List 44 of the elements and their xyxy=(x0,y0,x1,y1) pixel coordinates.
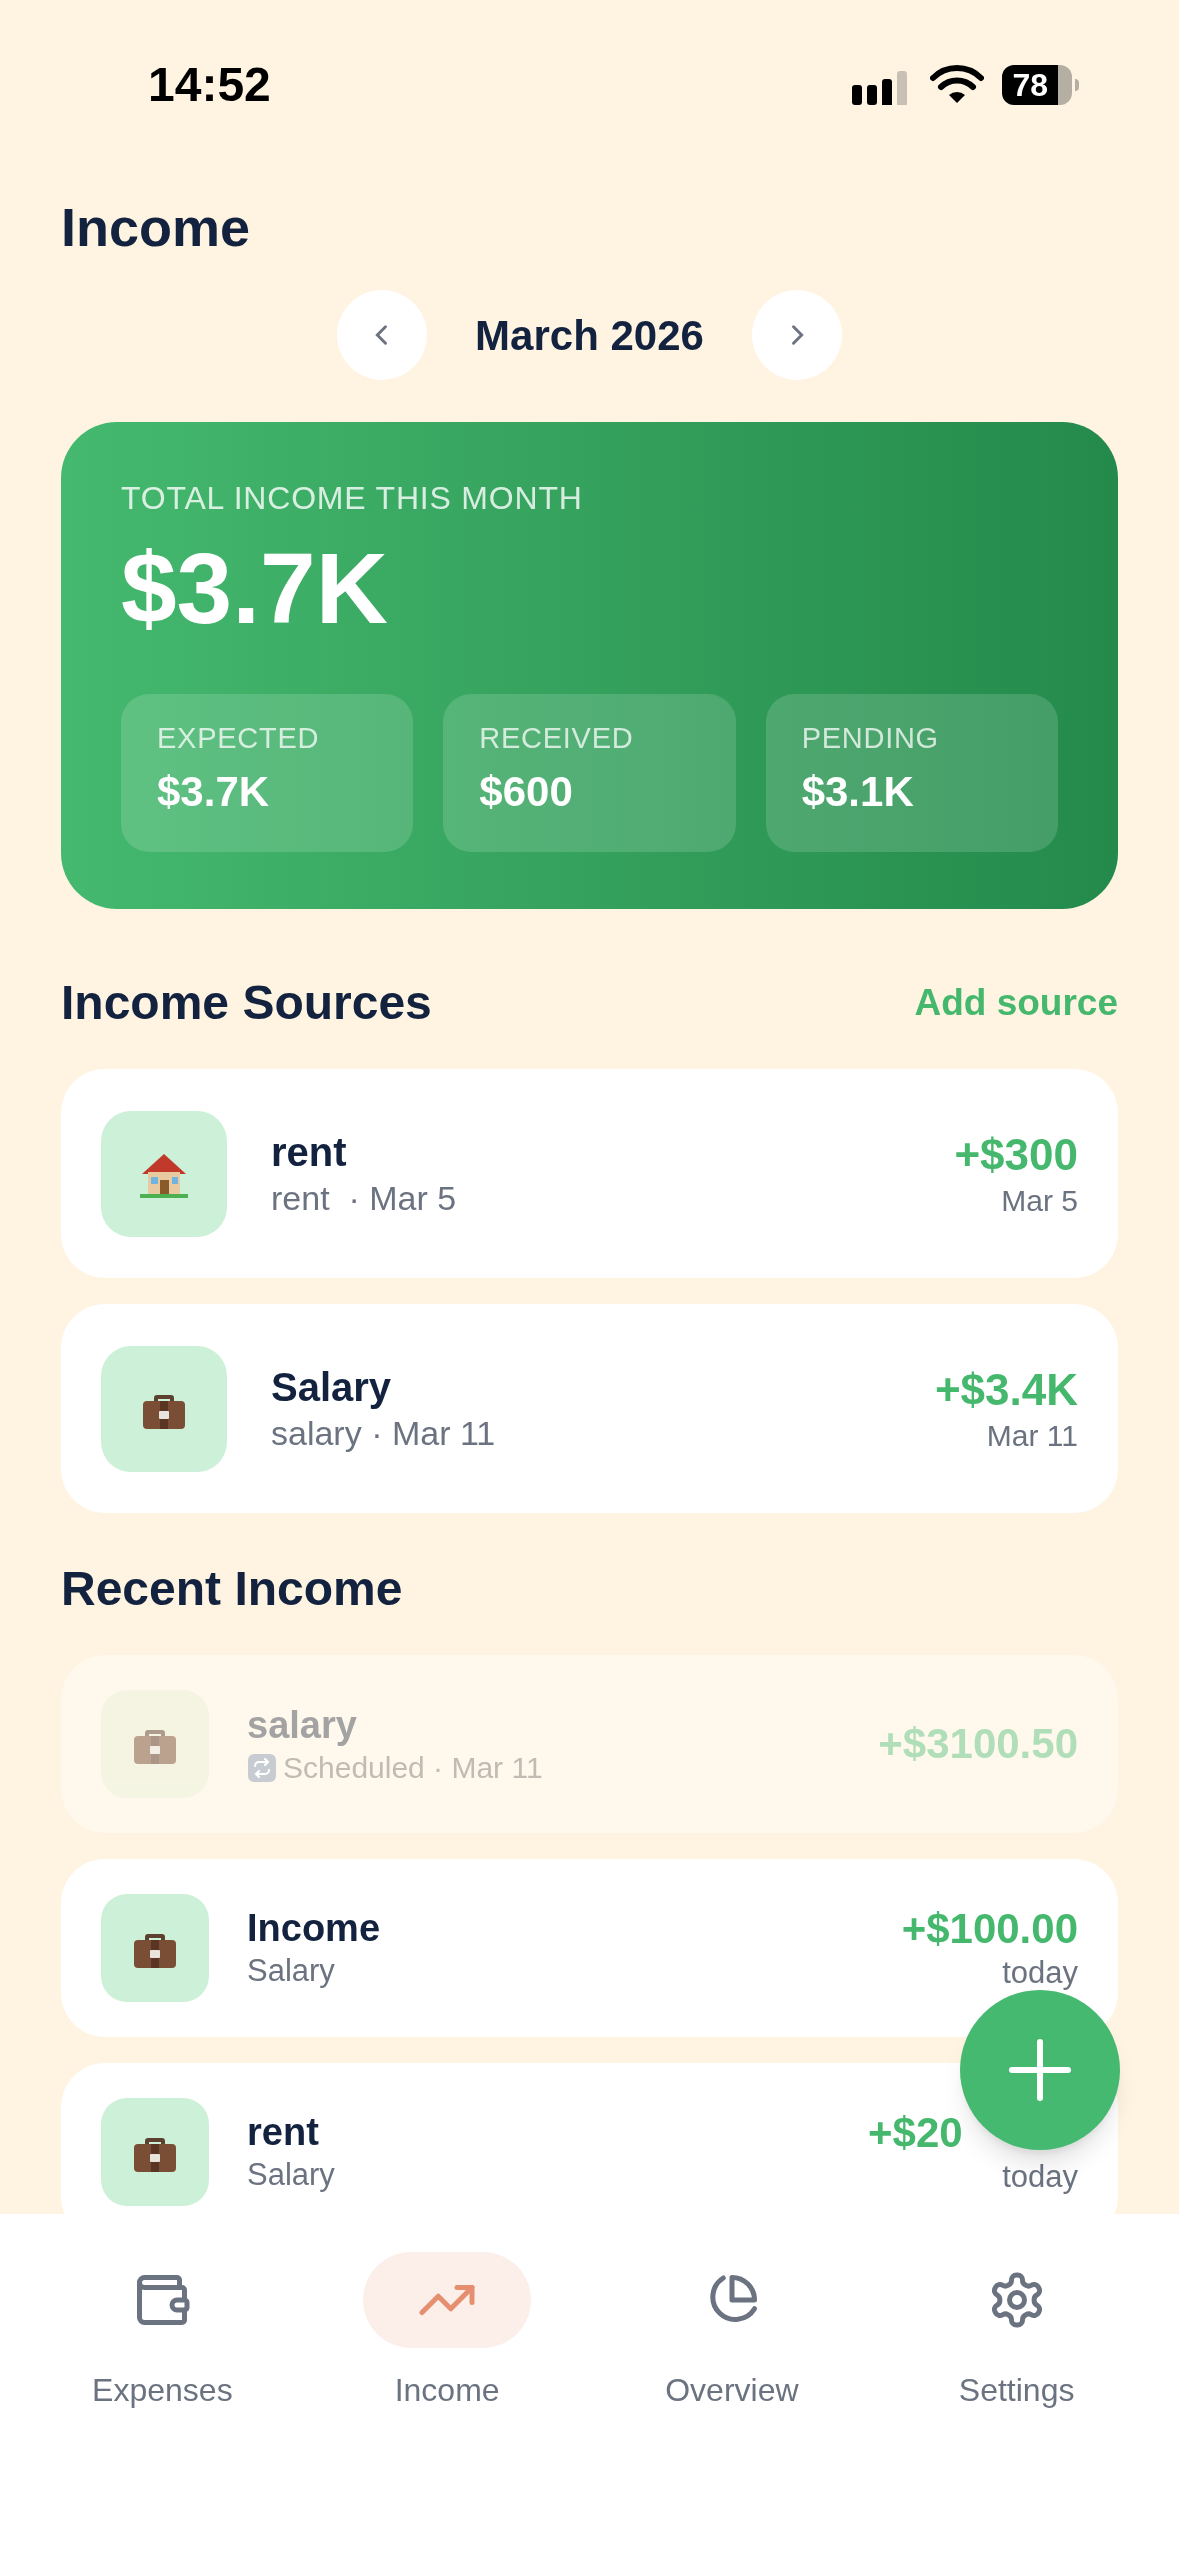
source-name: Salary xyxy=(271,1364,393,1412)
income-category: Salary xyxy=(247,1952,336,1991)
section-heading: Recent Income xyxy=(61,1561,404,1617)
source-date: Mar 5 xyxy=(1001,1183,1078,1220)
income-row[interactable]: rent Salary +$20 today xyxy=(61,2063,1118,2214)
section-heading: Income Sources xyxy=(61,975,432,1031)
summary-label: TOTAL INCOME THIS MONTH xyxy=(121,482,584,514)
stat-value: $3.1K xyxy=(801,771,915,813)
tab-item[interactable]: Settings xyxy=(874,2252,1159,2414)
wifi-icon xyxy=(930,65,985,105)
source-date: Mar 11 xyxy=(986,1418,1078,1455)
source-amount: +$300 xyxy=(954,1129,1078,1182)
stat-label: EXPECTED xyxy=(157,724,321,753)
stat-value: $600 xyxy=(479,771,574,813)
source-amount: +$3.4K xyxy=(934,1364,1078,1417)
income-source-card[interactable]: rent rent · Mar 5 +$300 Mar 5 xyxy=(61,1069,1118,1278)
tab-item[interactable]: Overview xyxy=(589,2252,875,2414)
income-row[interactable]: Income Salary +$100.00 today xyxy=(61,1859,1118,2037)
month-label: March 2026 xyxy=(475,310,704,361)
income-name: Income xyxy=(247,1905,382,1951)
income-date: today xyxy=(1002,2160,1078,2195)
source-details: rent · Mar 5 xyxy=(271,1178,458,1220)
stat-value: $3.7K xyxy=(157,771,271,813)
stat-label: RECEIVED xyxy=(479,724,635,753)
income-details: Scheduled · Mar 11 xyxy=(283,1750,543,1786)
tab-item[interactable]: Income xyxy=(304,2252,590,2414)
status-time: 14:52 xyxy=(148,57,271,113)
page-title: Income xyxy=(61,200,252,254)
income-name: rent xyxy=(247,2109,320,2155)
income-source-card[interactable]: Salary salary · Mar 11 +$3.4K Mar 11 xyxy=(61,1304,1118,1513)
income-date: today xyxy=(1002,1956,1078,1991)
source-name: rent xyxy=(271,1129,348,1177)
total-income: $3.7K xyxy=(121,538,389,638)
income-category: Salary xyxy=(247,2156,336,2195)
source-details: salary · Mar 11 xyxy=(271,1413,497,1455)
income-amount: +$20 xyxy=(868,2109,963,2157)
battery-indicator: 78 xyxy=(1002,65,1079,105)
income-amount: +$3100.50 xyxy=(878,1720,1078,1768)
stat-label: PENDING xyxy=(801,724,940,753)
repeat-icon xyxy=(247,1752,277,1783)
income-name: salary xyxy=(247,1702,358,1748)
income-amount: +$100.00 xyxy=(901,1905,1078,1953)
tab-item[interactable]: Expenses xyxy=(20,2252,305,2414)
plus-icon xyxy=(1008,2038,1072,2102)
